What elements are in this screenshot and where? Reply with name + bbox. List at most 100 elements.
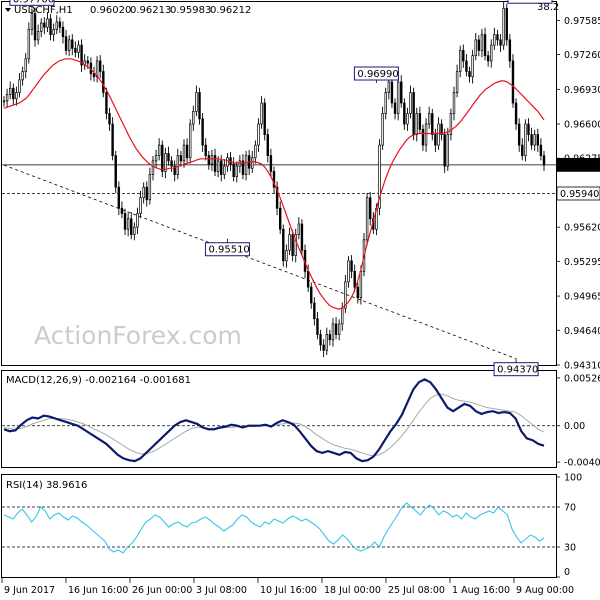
candle-body <box>396 81 400 114</box>
candle-body <box>201 118 204 146</box>
candle-body <box>210 155 214 165</box>
price-tick-label: 0.94965 <box>564 292 600 303</box>
candle-body <box>418 113 422 130</box>
candle-body <box>77 44 80 53</box>
candle-body <box>33 13 37 41</box>
candle-body <box>279 207 282 230</box>
candle-body <box>347 260 350 283</box>
candle-body <box>313 302 316 320</box>
candle-body <box>477 39 481 51</box>
candle-body <box>334 323 338 335</box>
candle-body <box>350 260 353 272</box>
candle-body <box>213 155 217 172</box>
candle-body <box>229 157 232 165</box>
candle-body <box>527 123 530 135</box>
candle-body <box>58 21 62 28</box>
candle-body <box>111 123 114 156</box>
candle-body <box>154 155 158 162</box>
x-tick-label: 9 Aug 00:00 <box>516 585 574 596</box>
ohlc-low: 0.95983 <box>170 5 211 16</box>
candle-body <box>496 34 499 41</box>
callout-label: 0.94370 <box>497 365 538 376</box>
macd-tick-label: -0.004011 <box>564 458 600 469</box>
x-tick-label: 18 Jul 00:00 <box>324 585 381 596</box>
candle-body <box>244 155 248 175</box>
candle-body <box>443 134 446 167</box>
candle-body <box>167 153 170 162</box>
candle-body <box>316 318 319 335</box>
candle-body <box>291 234 294 256</box>
rsi-label: RSI(14) 38.9616 <box>6 480 87 491</box>
candle-body <box>356 286 359 299</box>
price-tick-label: 0.94310 <box>564 361 600 372</box>
candle-body <box>381 113 384 146</box>
price-tick-label: 0.95295 <box>564 257 600 268</box>
price-tick-label: 0.96930 <box>564 85 600 96</box>
candle-body <box>5 94 9 102</box>
callout-label: 0.97700 <box>13 0 54 5</box>
candle-body <box>483 34 487 57</box>
x-tick-label: 3 Jul 08:00 <box>196 585 247 596</box>
ohlc-close: 0.96212 <box>210 5 251 16</box>
candle-body <box>511 60 515 104</box>
candle-body <box>136 213 139 228</box>
candle-body <box>92 73 96 78</box>
candle-body <box>43 22 46 28</box>
price-tick-label: 0.97585 <box>564 16 600 27</box>
dropdown-triangle-icon[interactable] <box>5 8 11 12</box>
candle-body <box>15 92 18 100</box>
candle-body <box>102 71 105 93</box>
candlestick-series <box>2 1 546 358</box>
candle-body <box>71 39 74 49</box>
candle-body <box>508 39 512 62</box>
candle-body <box>424 123 428 146</box>
candle-body <box>502 7 505 46</box>
x-tick-label: 26 Jun 00:00 <box>132 585 192 596</box>
price-tick-label: 0.94640 <box>564 326 600 337</box>
candle-body <box>288 234 291 251</box>
candle-body <box>369 197 372 220</box>
candle-body <box>480 34 484 51</box>
candle-body <box>431 113 434 135</box>
x-tick-label: 16 Jun 16:00 <box>68 585 128 596</box>
candle-body <box>49 18 52 35</box>
candle-body <box>328 334 332 341</box>
candle-body <box>74 47 77 53</box>
candle-body <box>207 155 211 165</box>
x-tick-label: 10 Jul 16:00 <box>260 585 317 596</box>
candle-body <box>145 186 148 201</box>
candle-body <box>27 29 31 60</box>
candle-body <box>524 123 527 156</box>
candle-body <box>341 307 344 325</box>
candle-body <box>403 102 406 125</box>
candle-body <box>393 102 397 114</box>
rsi-tick-label: 70 <box>564 503 576 514</box>
rsi-tick-label: 30 <box>564 543 576 554</box>
usdchf-chart: ActionForex.com USDCHF,H1 0.96020 0.9621… <box>1 0 600 596</box>
candle-body <box>30 13 34 30</box>
candle-body <box>130 218 133 235</box>
candle-body <box>490 44 493 62</box>
watermark: ActionForex.com <box>34 321 242 350</box>
candle-body <box>9 87 12 95</box>
candle-body <box>12 87 15 100</box>
candle-body <box>263 102 266 135</box>
candle-body <box>176 155 179 175</box>
candle-body <box>359 271 363 299</box>
candle-body <box>24 58 27 72</box>
moving-average-line <box>3 58 545 310</box>
candle-body <box>322 344 325 351</box>
candle-body <box>536 134 539 146</box>
candle-body <box>192 111 195 125</box>
candle-body <box>216 160 220 172</box>
candle-body <box>120 207 124 214</box>
candle-body <box>123 213 127 230</box>
candle-body <box>64 36 68 51</box>
macd-line <box>3 378 545 463</box>
candle-body <box>251 157 254 169</box>
candle-body <box>325 334 328 351</box>
candle-body <box>133 226 136 235</box>
macd-tick-label: 0.005266 <box>564 373 600 384</box>
candle-body <box>182 144 186 162</box>
candle-body <box>40 22 43 32</box>
